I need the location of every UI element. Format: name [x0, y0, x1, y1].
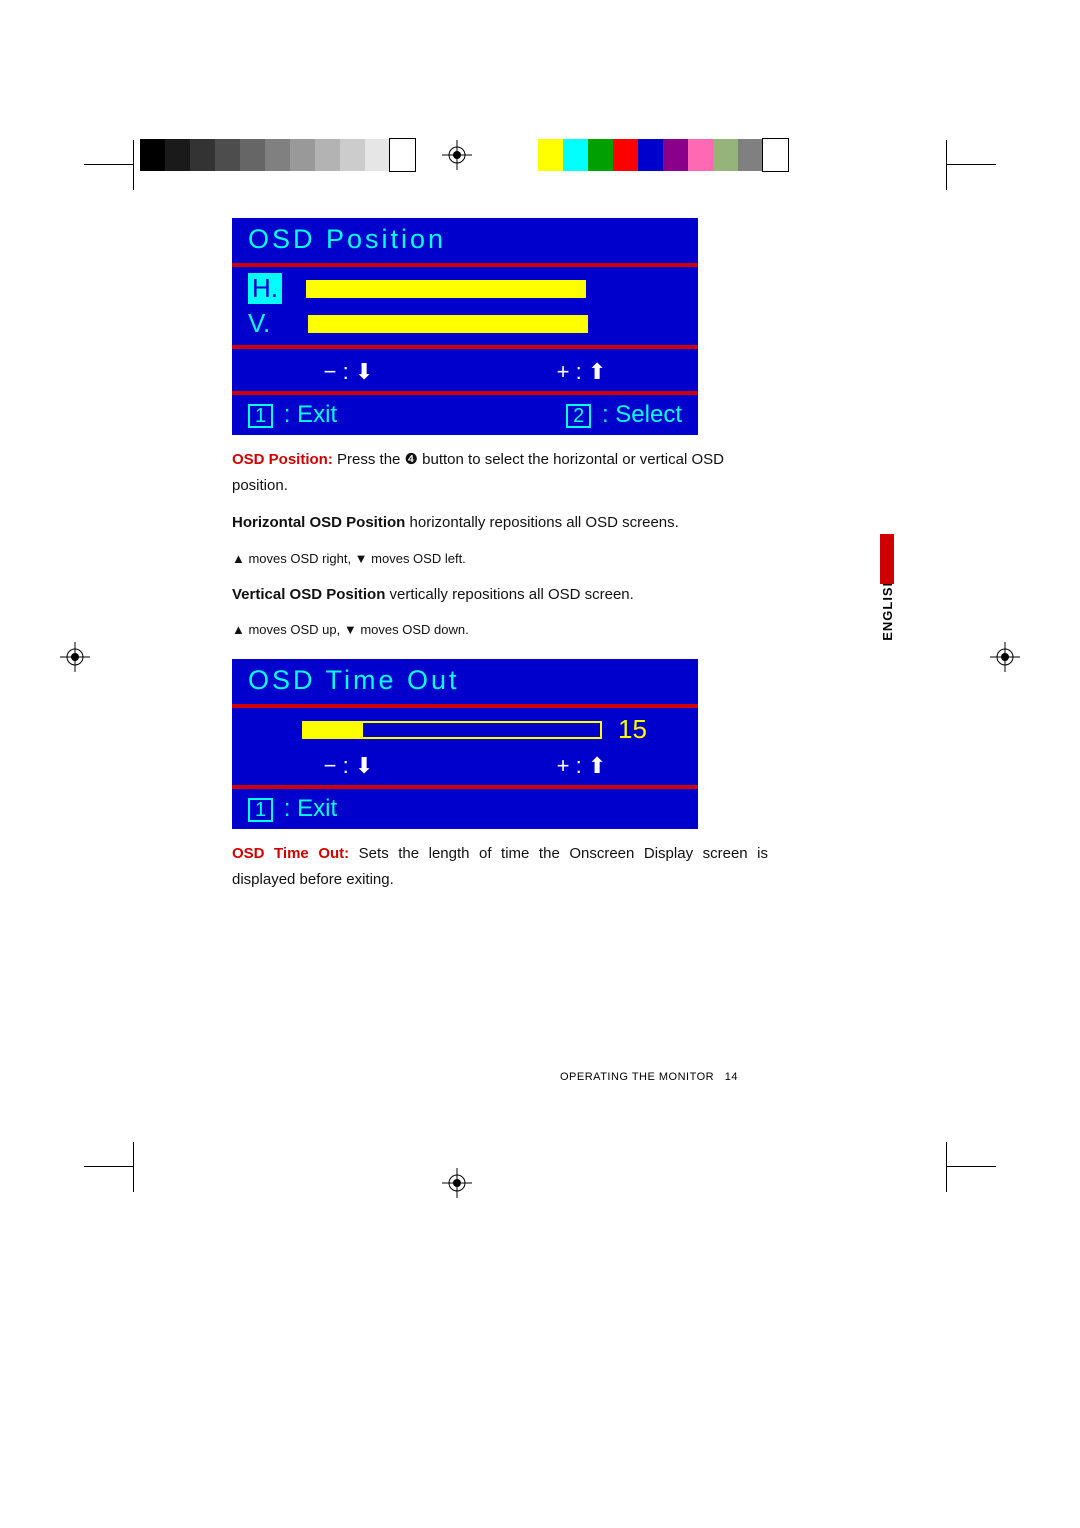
registration-mark-top — [442, 140, 472, 170]
arrow-down-icon — [355, 753, 373, 778]
osd-v-label: V. — [248, 308, 308, 339]
osd-row-vertical: V. — [232, 306, 698, 341]
osd-hint-row: − : + : — [232, 353, 698, 387]
key-1-icon: 1 — [248, 798, 273, 822]
arrow-up-icon — [588, 753, 606, 778]
key-1-icon: 1 — [248, 404, 273, 428]
crop-mark-bottom-right — [946, 1142, 996, 1192]
divider — [232, 263, 698, 267]
osd-h-slider — [306, 280, 586, 298]
key-2-icon: 2 — [566, 404, 591, 428]
osd-position-panel: OSD Position H. V. − : + : 1 : Exit 2 : … — [232, 218, 698, 435]
osd-timeout-slider — [302, 721, 602, 739]
osd-timeout-value: 15 — [618, 714, 647, 745]
osd-timeout-panel: OSD Time Out 15 − : + : 1 : Exit — [232, 659, 698, 829]
select-hint: 2 : Select — [566, 401, 682, 429]
osd-h-label: H. — [248, 273, 282, 304]
divider — [232, 785, 698, 789]
grayscale-calibration-bar — [140, 139, 415, 171]
osd-hint-row: − : + : — [232, 747, 698, 781]
language-label: ENGLISH — [880, 576, 895, 641]
divider — [232, 345, 698, 349]
exit-hint: 1 : Exit — [248, 795, 337, 823]
divider — [232, 391, 698, 395]
crop-mark-top-right — [946, 140, 996, 190]
crop-mark-top-left — [84, 140, 134, 190]
arrow-up-icon — [588, 359, 606, 384]
page-footer: OPERATING THE MONITOR 14 — [560, 1071, 738, 1083]
osd-v-slider — [308, 315, 588, 333]
vertical-osd-description: Vertical OSD Position vertically reposit… — [232, 582, 768, 608]
divider — [232, 704, 698, 708]
registration-mark-left — [60, 642, 90, 672]
hint-plus: + : — [557, 359, 607, 385]
arrow-down-icon — [355, 359, 373, 384]
registration-mark-right — [990, 642, 1020, 672]
color-calibration-bar — [538, 139, 788, 171]
hint-plus: + : — [557, 753, 607, 779]
hint-minus: − : — [324, 753, 374, 779]
crop-mark-bottom-left — [84, 1142, 134, 1192]
hint-minus: − : — [324, 359, 374, 385]
horizontal-osd-description: Horizontal OSD Position horizontally rep… — [232, 510, 768, 536]
exit-hint: 1 : Exit — [248, 401, 337, 429]
horizontal-osd-controls: ▲ moves OSD right, ▼ moves OSD left. — [232, 548, 768, 570]
osd-position-title: OSD Position — [232, 224, 698, 259]
osd-timeout-row: 15 — [232, 712, 698, 747]
vertical-osd-controls: ▲ moves OSD up, ▼ moves OSD down. — [232, 619, 768, 641]
osd-footer: 1 : Exit — [232, 793, 698, 829]
osd-position-description: OSD Position: Press the ❹ button to sele… — [232, 447, 768, 498]
osd-timeout-description: OSD Time Out: Sets the length of time th… — [232, 841, 768, 892]
language-tab-marker — [880, 534, 894, 584]
osd-footer: 1 : Exit 2 : Select — [232, 399, 698, 435]
osd-row-horizontal: H. — [232, 271, 698, 306]
osd-timeout-title: OSD Time Out — [232, 665, 698, 700]
registration-mark-bottom — [442, 1168, 472, 1198]
